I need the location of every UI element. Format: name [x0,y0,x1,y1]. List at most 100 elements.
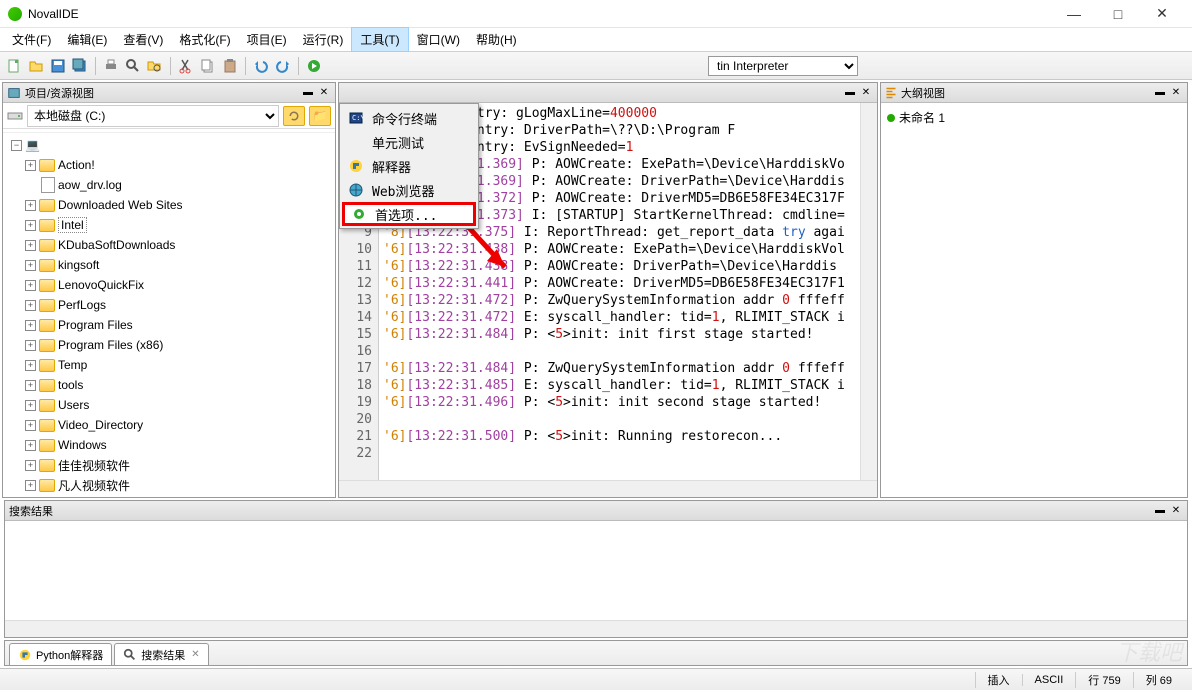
folder-icon [39,219,55,232]
tree-item[interactable]: aow_drv.log [5,175,333,195]
tree-item[interactable]: +佳佳视频软件 [5,455,333,475]
vertical-scrollbar[interactable] [860,103,877,480]
menu-5[interactable]: 运行(R) [295,28,352,51]
tree-item[interactable]: +PerfLogs [5,295,333,315]
window-title: NovalIDE [28,7,1052,21]
menu-4[interactable]: 项目(E) [239,28,295,51]
expand-icon[interactable]: + [25,460,36,471]
editor-close-icon[interactable]: ✕ [859,86,873,100]
expand-icon[interactable]: + [25,480,36,491]
tree-item[interactable]: +kingsoft [5,255,333,275]
tree-item[interactable]: + tools [5,375,333,395]
find-folder-icon[interactable] [145,56,165,76]
menu-2[interactable]: 查看(V) [115,28,171,51]
drive-select[interactable]: 本地磁盘 (C:) [27,105,279,127]
folder-icon [39,439,55,452]
new-file-icon[interactable] [4,56,24,76]
expand-icon[interactable]: + [25,400,36,411]
expand-icon[interactable]: + [25,160,36,171]
menu-8[interactable]: 帮助(H) [468,28,525,51]
save-icon[interactable] [48,56,68,76]
outline-close-icon[interactable]: ✕ [1169,86,1183,100]
tree-item[interactable]: +Program Files [5,315,333,335]
tree-item[interactable]: +Downloaded Web Sites [5,195,333,215]
outline-item[interactable]: 未命名 1 [885,107,1183,128]
expand-icon[interactable]: + [25,440,36,451]
print-icon[interactable] [101,56,121,76]
outline-item-label: 未命名 1 [899,109,945,126]
panel-close-icon[interactable]: ✕ [317,86,331,100]
expand-icon[interactable]: + [25,260,36,271]
tree-item[interactable]: +Temp [5,355,333,375]
expand-icon[interactable]: + [25,320,36,331]
menu-item-4[interactable]: 首选项... [342,202,476,226]
tree-item[interactable]: + Action! [5,155,333,175]
open-icon[interactable] [26,56,46,76]
folder-icon [39,479,55,492]
save-all-icon[interactable] [70,56,90,76]
menu-1[interactable]: 编辑(E) [59,28,115,51]
code-editor[interactable]: 2345678910111213141516171819202122 P: Dr… [339,103,877,480]
tree-item[interactable]: +Users [5,395,333,415]
tree-item[interactable]: +Windows [5,435,333,455]
file-tree[interactable]: −💻 + Action! aow_drv.log+Downloaded Web Sit… [3,133,335,497]
tree-item[interactable]: +Video_Directory [5,415,333,435]
menu-item-0[interactable]: C:\命令行终端 [342,106,476,130]
undo-icon[interactable] [251,56,271,76]
interpreter-select[interactable]: tin Interpreter [708,56,858,76]
tree-root[interactable]: −💻 [5,135,333,155]
tab-1[interactable]: 搜索结果✕ [114,643,208,665]
cut-icon[interactable] [176,56,196,76]
redo-icon[interactable] [273,56,293,76]
maximize-button[interactable]: □ [1096,0,1140,28]
copy-icon[interactable] [198,56,218,76]
tree-item[interactable]: +凡人视频软件 [5,475,333,495]
expand-icon[interactable]: + [25,380,36,391]
menu-3[interactable]: 格式化(F) [171,28,238,51]
search-scrollbar[interactable] [5,620,1187,637]
refresh-button[interactable] [283,106,305,126]
tree-item[interactable]: +Program Files (x86) [5,335,333,355]
search-close-icon[interactable]: ✕ [1169,504,1183,518]
run-icon[interactable] [304,56,324,76]
tree-item[interactable]: +KDubaSoftDownloads [5,235,333,255]
expand-icon[interactable]: + [25,280,36,291]
expand-icon[interactable]: + [25,360,36,371]
watermark: 下载吧 [1116,635,1182,667]
search-minimize-icon[interactable]: ▬ [1153,504,1167,518]
editor-minimize-icon[interactable]: ▬ [843,86,857,100]
expand-icon[interactable]: + [25,340,36,351]
tab-close-icon[interactable]: ✕ [191,649,199,660]
paste-icon[interactable] [220,56,240,76]
search-results-area[interactable] [5,521,1187,620]
menu-6[interactable]: 工具(T) [351,27,408,52]
menu-7[interactable]: 窗口(W) [409,28,468,51]
menu-item-2[interactable]: 解释器 [342,154,476,178]
panel-minimize-icon[interactable]: ▬ [301,86,315,100]
python-icon [348,158,364,174]
tree-item-label: tools [58,378,83,392]
menu-item-1[interactable]: 单元测试 [342,130,476,154]
tree-item[interactable]: +LenovoQuickFix [5,275,333,295]
find-icon[interactable] [123,56,143,76]
collapse-icon[interactable]: − [11,140,22,151]
expand-icon[interactable]: + [25,220,36,231]
close-button[interactable]: ✕ [1140,0,1184,28]
tree-item-label: Action! [58,158,95,172]
horizontal-scrollbar[interactable] [339,480,877,497]
menu-0[interactable]: 文件(F) [4,28,59,51]
up-button[interactable]: 📁 [309,106,331,126]
expand-icon[interactable]: + [25,300,36,311]
interpreter-selector[interactable]: tin Interpreter [708,56,858,76]
app-icon [8,7,22,21]
folder-icon [39,359,55,372]
expand-icon[interactable]: + [25,200,36,211]
globe-icon [348,182,364,198]
minimize-button[interactable]: ― [1052,0,1096,28]
menu-item-3[interactable]: Web浏览器 [342,178,476,202]
tree-item[interactable]: +Intel [5,215,333,235]
expand-icon[interactable]: + [25,240,36,251]
tab-0[interactable]: Python解释器 [9,643,112,665]
expand-icon[interactable]: + [25,420,36,431]
outline-minimize-icon[interactable]: ▬ [1153,86,1167,100]
